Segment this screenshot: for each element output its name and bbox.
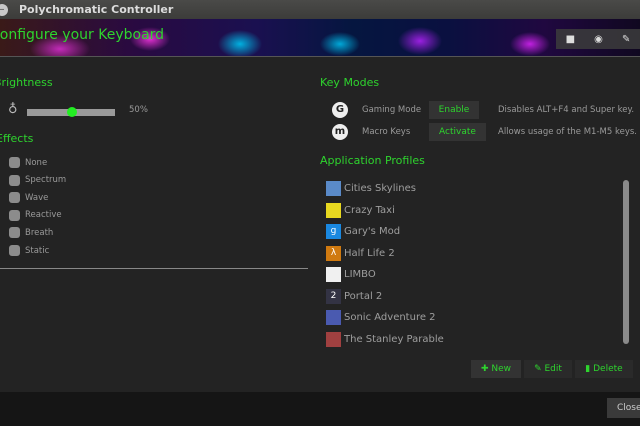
divider — [0, 268, 308, 269]
radio-box[interactable] — [9, 245, 20, 256]
profile-name: Crazy Taxi — [344, 204, 395, 216]
radio-box[interactable] — [9, 209, 20, 221]
title-bar: – Polychromatic Controller — [0, 0, 640, 19]
brightness-slider[interactable] — [27, 107, 115, 117]
edit-profile-button[interactable]: ✎ Edit — [524, 360, 572, 378]
profile-name: Sonic Adventure 2 — [344, 312, 436, 324]
effect-label: Spectrum — [25, 175, 67, 186]
radio-box[interactable] — [9, 227, 20, 239]
profile-name: Cities Skylines — [344, 183, 416, 195]
mode-name: Macro Keys — [362, 127, 411, 137]
effect-label: Wave — [25, 192, 49, 203]
key-mode-row: m Macro Keys Activate Allows usage of th… — [332, 123, 637, 141]
effect-option[interactable]: Spectrum — [9, 174, 67, 186]
app-icon — [326, 331, 341, 347]
window-title: Polychromatic Controller — [19, 3, 174, 16]
radio-box[interactable] — [9, 157, 20, 168]
github-icon[interactable]: ◉ — [594, 34, 603, 45]
footer — [0, 392, 640, 426]
app-icon — [326, 267, 341, 283]
new-profile-button[interactable]: ✚ New — [471, 360, 521, 378]
header-banner: Configure your Keyboard ■ ◉ ✎ — [0, 19, 640, 57]
new-label: New — [491, 364, 512, 374]
slider-handle[interactable] — [67, 107, 77, 117]
mode-description: Allows usage of the M1-M5 keys. — [498, 127, 637, 137]
key-modes-heading: Key Modes — [320, 76, 380, 89]
effect-option[interactable]: Breath — [9, 227, 54, 239]
effects-heading: Effects — [0, 132, 34, 145]
app-icon: 2 — [326, 288, 341, 304]
header-toolbar: ■ ◉ ✎ — [556, 29, 640, 49]
profile-name: The Stanley Parable — [344, 333, 444, 345]
effect-label: None — [25, 157, 48, 168]
edit-label: Edit — [544, 364, 562, 374]
close-button[interactable]: Close — [607, 398, 640, 418]
app-icon: λ — [326, 245, 341, 261]
mode-name: Gaming Mode — [362, 105, 422, 115]
profile-name: LIMBO — [344, 269, 376, 281]
delete-label: Delete — [593, 364, 623, 374]
wrench-icon[interactable]: ✎ — [622, 34, 630, 45]
profile-list: Cities Skylines Crazy Taxi g Gary's Mod λ Hal… — [326, 178, 616, 358]
profile-item[interactable]: Crazy Taxi — [326, 200, 616, 222]
macro-icon: m — [332, 124, 348, 140]
delete-profile-button[interactable]: ▮ Delete — [575, 360, 633, 378]
radio-box[interactable] — [9, 174, 20, 186]
profile-item[interactable]: Cities Skylines — [326, 178, 616, 200]
profile-item[interactable]: The Stanley Parable — [326, 329, 616, 351]
folder-icon[interactable]: ■ — [566, 34, 575, 45]
effect-option[interactable]: Static — [9, 245, 49, 256]
app-icon — [326, 310, 341, 326]
app-icon — [326, 181, 341, 197]
profile-name: Half Life 2 — [344, 247, 395, 259]
effect-label: Reactive — [25, 210, 62, 221]
radio-box[interactable] — [9, 192, 20, 204]
page-title: Configure your Keyboard — [0, 27, 165, 43]
effect-option[interactable]: Wave — [9, 192, 49, 204]
effect-label: Breath — [25, 227, 54, 238]
lightbulb-icon: ♁ — [8, 102, 18, 117]
app-icon — [326, 202, 341, 218]
profile-name: Gary's Mod — [344, 226, 401, 238]
effect-option[interactable]: None — [9, 157, 47, 168]
profile-item[interactable]: λ Half Life 2 — [326, 243, 616, 265]
mode-toggle-button[interactable]: Activate — [429, 123, 486, 141]
profile-item[interactable]: Sonic Adventure 2 — [326, 307, 616, 329]
close-window-icon[interactable]: – — [0, 4, 8, 16]
profile-item[interactable]: g Gary's Mod — [326, 221, 616, 243]
brightness-value: 50% — [129, 105, 148, 115]
brightness-heading: Brightness — [0, 76, 53, 89]
effect-label: Static — [25, 245, 50, 256]
profile-item[interactable]: LIMBO — [326, 264, 616, 286]
mode-description: Disables ALT+F4 and Super key. — [498, 105, 635, 115]
effect-option[interactable]: Reactive — [9, 209, 62, 221]
profiles-heading: Application Profiles — [320, 154, 425, 167]
app-icon: g — [326, 224, 341, 240]
profile-item[interactable]: 2 Portal 2 — [326, 286, 616, 308]
key-mode-row: G Gaming Mode Enable Disables ALT+F4 and… — [332, 101, 634, 119]
profile-name: Portal 2 — [344, 290, 383, 302]
mode-toggle-button[interactable]: Enable — [429, 101, 479, 119]
scrollbar[interactable] — [623, 180, 629, 344]
gaming-icon: G — [332, 102, 348, 118]
